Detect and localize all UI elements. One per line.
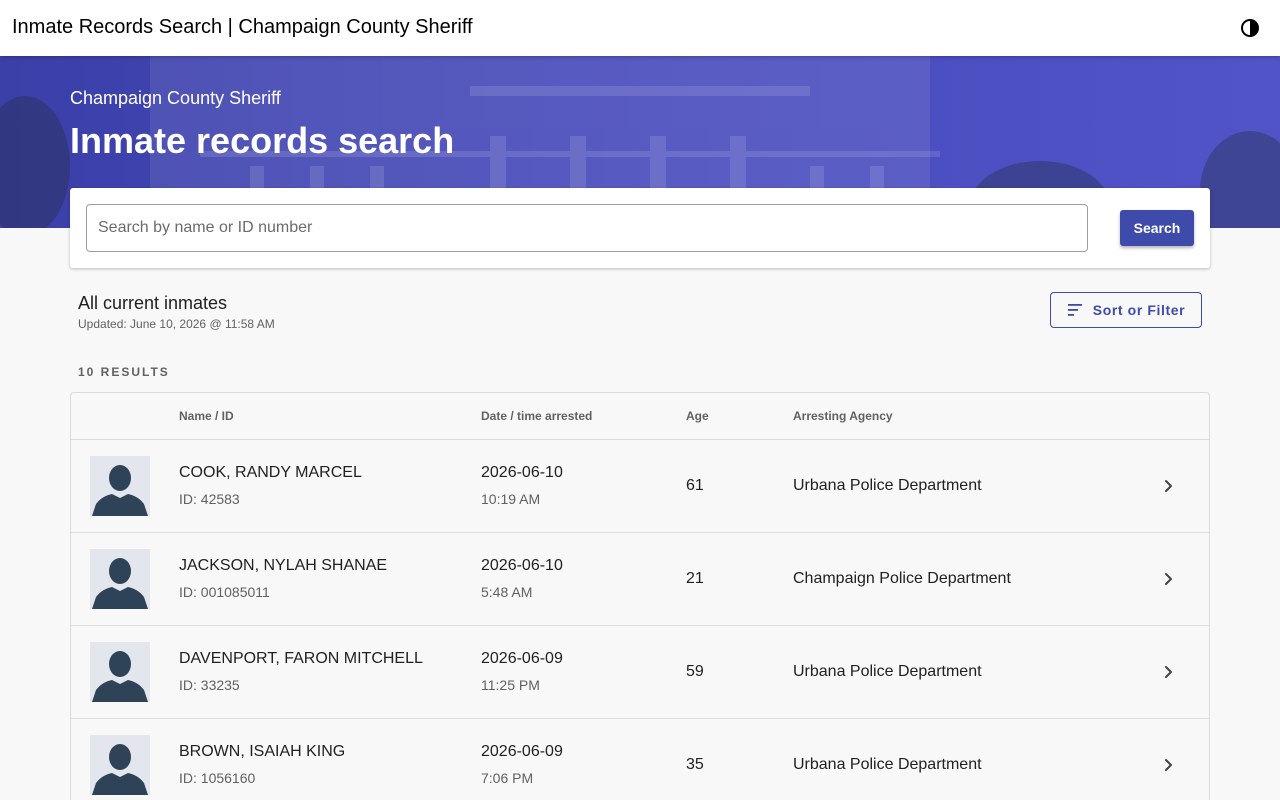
person-silhouette-icon: [92, 558, 148, 609]
person-silhouette-icon: [92, 651, 148, 702]
inmate-id: ID: 1056160: [179, 770, 256, 786]
updated-timestamp: Updated: June 10, 2026 @ 11:58 AM: [78, 317, 275, 331]
arrest-time: 11:25 PM: [481, 677, 540, 693]
column-header-date: Date / time arrested: [481, 409, 593, 423]
search-button[interactable]: Search: [1120, 210, 1194, 246]
app-title: Inmate Records Search | Champaign County…: [12, 16, 473, 38]
arresting-agency: Champaign Police Department: [793, 570, 1011, 587]
page-title: Inmate records search: [70, 120, 455, 161]
column-header-age: Age: [686, 409, 709, 423]
arrest-time: 10:19 AM: [481, 491, 541, 507]
avatar: [90, 456, 150, 516]
person-silhouette-icon: [92, 465, 148, 516]
person-silhouette-icon: [92, 744, 148, 795]
top-app-bar: Inmate Records Search | Champaign County…: [0, 0, 1280, 56]
table-row[interactable]: DAVENPORT, FARON MITCHELL ID: 33235 2026…: [71, 626, 1209, 719]
hero-subtitle: Champaign County Sheriff: [70, 88, 281, 108]
list-title: All current inmates: [78, 293, 228, 313]
sort-filter-button[interactable]: Sort or Filter: [1050, 292, 1202, 328]
inmate-age: 21: [686, 570, 704, 587]
arrest-time: 7:06 PM: [481, 770, 534, 786]
inmate-id: ID: 33235: [179, 677, 240, 693]
chevron-right-icon: [1165, 480, 1172, 492]
arresting-agency: Urbana Police Department: [793, 663, 982, 680]
chevron-right-icon: [1165, 759, 1172, 771]
avatar: [90, 549, 150, 609]
inmate-id: ID: 42583: [179, 491, 240, 507]
table-row[interactable]: COOK, RANDY MARCEL ID: 42583 2026-06-10 …: [71, 440, 1209, 533]
inmate-id: ID: 001085011: [179, 584, 270, 600]
column-header-name: Name / ID: [179, 409, 234, 423]
results-count: 10 RESULTS: [78, 365, 170, 379]
sort-filter-label: Sort or Filter: [1092, 302, 1186, 318]
half-moon-icon[interactable]: [1238, 16, 1262, 40]
inmate-age: 59: [686, 663, 704, 680]
avatar: [90, 735, 150, 795]
arresting-agency: Urbana Police Department: [793, 477, 982, 494]
search-input[interactable]: [86, 204, 1088, 252]
arrest-date: 2026-06-10: [481, 464, 563, 481]
column-header-agency: Arresting Agency: [793, 409, 893, 423]
inmate-name: JACKSON, NYLAH SHANAE: [179, 557, 388, 574]
inmate-name: BROWN, ISAIAH KING: [179, 743, 346, 760]
arresting-agency: Urbana Police Department: [793, 756, 982, 773]
inmate-age: 61: [686, 477, 704, 494]
arrest-time: 5:48 AM: [481, 584, 533, 600]
arrest-date: 2026-06-09: [481, 743, 563, 760]
search-card: Search: [70, 188, 1210, 268]
inmate-name: COOK, RANDY MARCEL: [179, 464, 362, 481]
table-header: Name / ID Date / time arrested Age Arres…: [71, 393, 1209, 440]
chevron-right-icon: [1165, 666, 1172, 678]
chevron-right-icon: [1165, 573, 1172, 585]
avatar: [90, 642, 150, 702]
arrest-date: 2026-06-09: [481, 650, 563, 667]
inmate-age: 35: [686, 756, 704, 773]
table-row[interactable]: JACKSON, NYLAH SHANAE ID: 001085011 2026…: [71, 533, 1209, 626]
inmates-table: Name / ID Date / time arrested Age Arres…: [70, 392, 1210, 800]
inmate-name: DAVENPORT, FARON MITCHELL: [179, 650, 423, 667]
table-row[interactable]: BROWN, ISAIAH KING ID: 1056160 2026-06-0…: [71, 719, 1209, 800]
arrest-date: 2026-06-10: [481, 557, 563, 574]
filter-lines-icon: [1067, 304, 1082, 316]
